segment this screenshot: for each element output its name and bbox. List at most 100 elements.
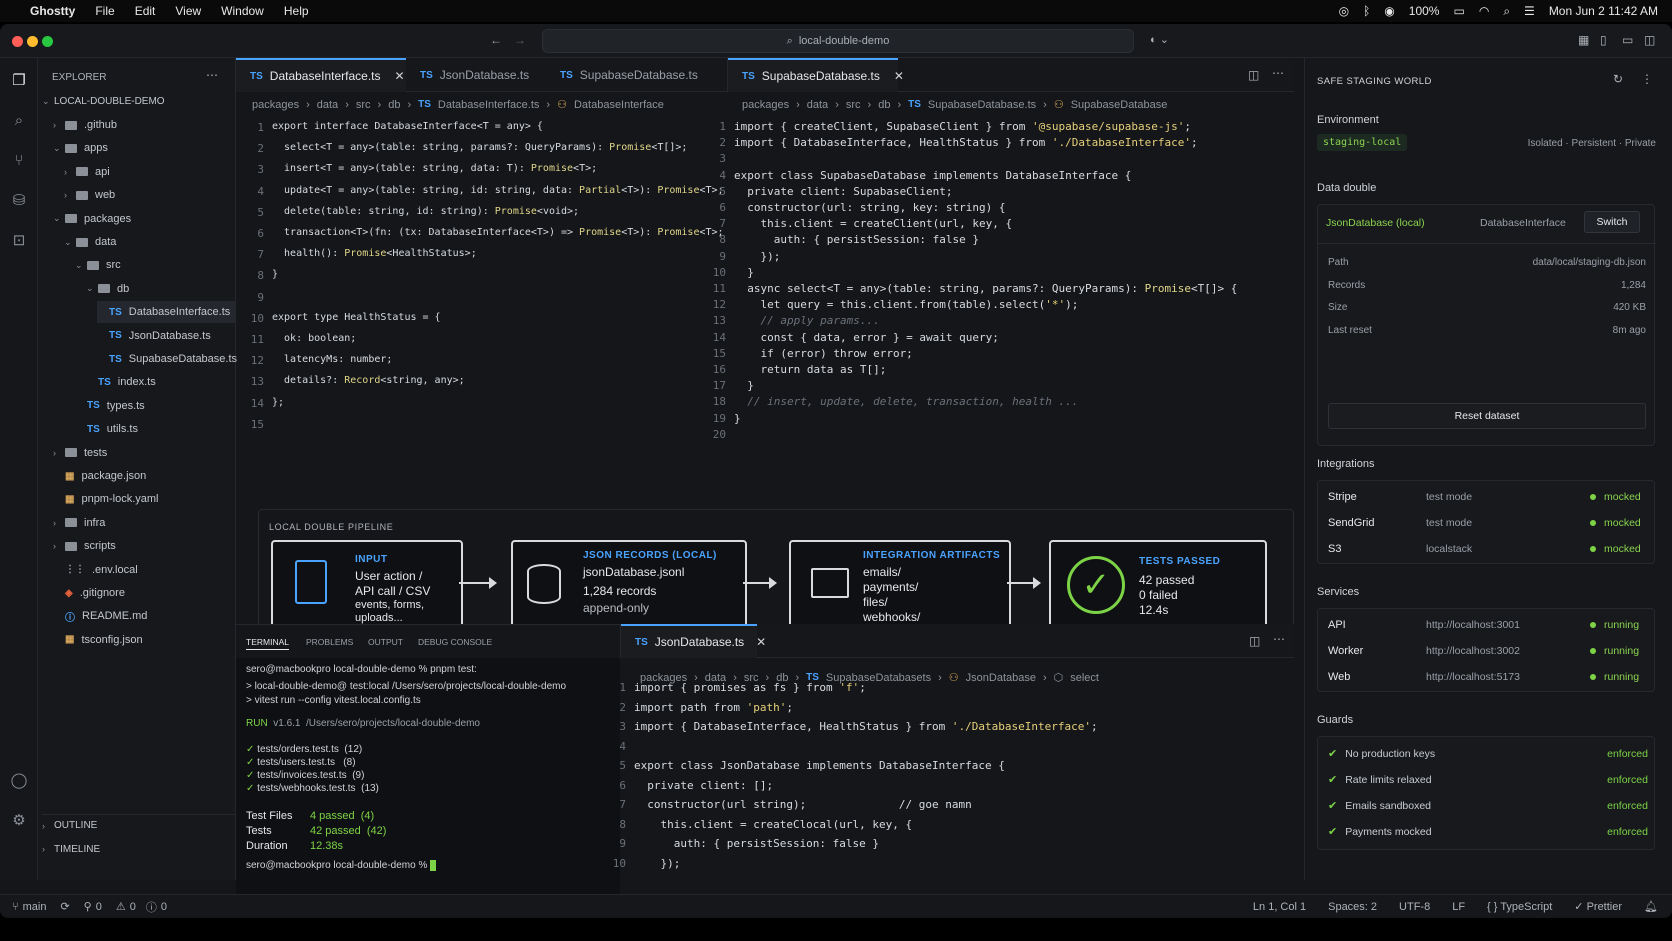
tab-output[interactable]: OUTPUT bbox=[368, 637, 403, 647]
terminal[interactable]: sero@macbookpro local-double-demo % pnpm… bbox=[236, 658, 620, 914]
integration-row[interactable]: SendGrid test mode mocked bbox=[1328, 517, 1648, 529]
tree-item[interactable]: TS index.ts bbox=[86, 371, 156, 393]
outline-section[interactable]: › OUTLINE bbox=[42, 814, 240, 836]
indentation[interactable]: Spaces: 2 bbox=[1328, 901, 1377, 913]
toggle-secondary-icon[interactable]: ◫ bbox=[1644, 33, 1655, 47]
crumb[interactable]: DatabaseInterface bbox=[574, 99, 664, 111]
more-actions-icon[interactable]: ⋯ bbox=[1272, 66, 1284, 80]
tree-item[interactable]: › tests bbox=[53, 442, 107, 464]
warning-icon[interactable]: ⚠ bbox=[116, 900, 126, 913]
branch-name[interactable]: main bbox=[23, 901, 47, 913]
tree-item[interactable]: › infra bbox=[53, 512, 105, 534]
crumb[interactable]: packages bbox=[252, 99, 299, 111]
control-center-icon[interactable]: ☰ bbox=[1524, 4, 1535, 18]
tree-item[interactable]: ▦ pnpm-lock.yaml bbox=[53, 488, 158, 510]
tree-item[interactable]: › api bbox=[64, 161, 110, 183]
service-row[interactable]: Web http://localhost:5173 running bbox=[1328, 671, 1648, 683]
status-circle-icon[interactable]: ◎ bbox=[1339, 4, 1349, 18]
settings-gear-icon[interactable]: ⚙ bbox=[10, 812, 28, 830]
tree-item[interactable]: ⌄ src bbox=[75, 254, 121, 276]
app-name[interactable]: Ghostty bbox=[30, 4, 75, 18]
close-icon[interactable]: ✕ bbox=[894, 69, 904, 83]
toggle-sidebar-icon[interactable]: ▯ bbox=[1600, 33, 1607, 47]
menu-file[interactable]: File bbox=[95, 4, 114, 18]
close-window-button[interactable] bbox=[12, 36, 23, 47]
tree-item[interactable]: TS DatabaseInterface.ts bbox=[97, 301, 236, 324]
close-icon[interactable]: ✕ bbox=[395, 69, 405, 83]
menu-help[interactable]: Help bbox=[284, 4, 309, 18]
tree-item[interactable]: TS utils.ts bbox=[75, 418, 138, 440]
tree-item[interactable]: TS JsonDatabase.ts bbox=[97, 325, 211, 347]
clock[interactable]: Mon Jun 2 11:42 AM bbox=[1549, 4, 1658, 18]
tree-item[interactable]: TS types.ts bbox=[75, 395, 145, 417]
crumb[interactable]: db bbox=[878, 99, 890, 111]
account-icon[interactable]: ◯ bbox=[10, 772, 28, 790]
more-actions-icon[interactable]: ⋮ bbox=[1641, 72, 1653, 86]
crumb[interactable]: data bbox=[317, 99, 338, 111]
database-icon[interactable]: ⛁ bbox=[10, 192, 28, 210]
tree-item[interactable]: › .github bbox=[53, 114, 117, 136]
close-icon[interactable]: ✕ bbox=[756, 635, 766, 649]
branch-icon[interactable]: ⑂ bbox=[12, 901, 19, 913]
tab-terminal[interactable]: TERMINAL bbox=[246, 637, 289, 650]
ports-count[interactable]: 0 bbox=[96, 901, 102, 913]
timeline-section[interactable]: › TIMELINE bbox=[42, 838, 100, 860]
tree-item[interactable]: ▦ package.json bbox=[53, 465, 146, 487]
display-icon[interactable]: ◉ bbox=[1384, 4, 1394, 18]
tab-supabase-database-2[interactable]: TS SupabaseDatabase.ts ✕ bbox=[728, 58, 904, 92]
reset-dataset-button[interactable]: Reset dataset bbox=[1328, 403, 1646, 429]
more-actions-icon[interactable]: ⋯ bbox=[1273, 632, 1285, 646]
language-mode[interactable]: TypeScript bbox=[1500, 901, 1552, 913]
bell-icon[interactable]: 🔔︎ bbox=[1644, 900, 1658, 913]
tree-item[interactable]: ⌄ db bbox=[86, 278, 129, 300]
end-of-line[interactable]: LF bbox=[1452, 901, 1465, 913]
crumb[interactable]: src bbox=[846, 99, 861, 111]
formatter[interactable]: Prettier bbox=[1587, 901, 1622, 913]
tree-item[interactable]: ⋮⋮ .env.local bbox=[53, 559, 138, 581]
copilot-icon[interactable]: ◐ ⌄ bbox=[1150, 33, 1169, 46]
encoding[interactable]: UTF-8 bbox=[1399, 901, 1430, 913]
crumb[interactable]: select bbox=[1070, 672, 1099, 684]
source-control-icon[interactable]: ⑂ bbox=[10, 152, 28, 170]
maximize-window-button[interactable] bbox=[42, 36, 53, 47]
tree-item[interactable]: ⌄ data bbox=[64, 231, 116, 253]
explorer-root[interactable]: ⌄ LOCAL-DOUBLE-DEMO bbox=[42, 90, 165, 112]
tree-item[interactable]: › scripts bbox=[53, 535, 116, 557]
crumb[interactable]: SupabaseDatabase bbox=[1071, 99, 1168, 111]
service-row[interactable]: Worker http://localhost:3002 running bbox=[1328, 645, 1648, 657]
cursor-position[interactable]: Ln 1, Col 1 bbox=[1253, 901, 1306, 913]
tab-supabase-database[interactable]: TS SupabaseDatabase.ts bbox=[546, 58, 726, 92]
more-actions-icon[interactable]: ⋯ bbox=[206, 68, 218, 82]
tree-item[interactable]: ◈ .gitignore bbox=[53, 582, 125, 604]
extensions-icon[interactable]: ⊡ bbox=[10, 232, 28, 250]
warning-count[interactable]: 0 bbox=[130, 901, 136, 913]
integration-row[interactable]: Stripe test mode mocked bbox=[1328, 491, 1648, 503]
error-count[interactable]: 0 bbox=[161, 901, 167, 913]
back-arrow-icon[interactable]: ← bbox=[490, 33, 502, 47]
toggle-panel-icon[interactable]: ▭ bbox=[1622, 33, 1633, 47]
menu-window[interactable]: Window bbox=[221, 4, 264, 18]
search-icon[interactable]: ⌕ bbox=[10, 112, 28, 130]
service-row[interactable]: API http://localhost:3001 running bbox=[1328, 619, 1648, 631]
tab-database-interface[interactable]: TS DatabaseInterface.ts ✕ bbox=[236, 58, 406, 92]
battery-icon[interactable]: ▭ bbox=[1453, 4, 1464, 18]
tree-item[interactable]: ▦ tsconfig.json bbox=[53, 629, 143, 651]
layout-grid-icon[interactable]: ▦ bbox=[1578, 33, 1589, 47]
ports-icon[interactable]: ⚲ bbox=[84, 900, 92, 913]
crumb[interactable]: DatabaseInterface.ts bbox=[438, 99, 540, 111]
files-icon[interactable]: ❐ bbox=[10, 72, 28, 90]
tree-item[interactable]: ⌄ apps bbox=[53, 137, 108, 159]
wifi-icon[interactable]: ◠ bbox=[1479, 4, 1489, 18]
menu-view[interactable]: View bbox=[175, 4, 201, 18]
menu-edit[interactable]: Edit bbox=[135, 4, 156, 18]
tab-problems[interactable]: PROBLEMS bbox=[306, 637, 353, 647]
sync-icon[interactable]: ⟳ bbox=[60, 900, 69, 913]
tab-json-database-3[interactable]: TS JsonDatabase.ts ✕ bbox=[621, 624, 766, 658]
crumb[interactable]: JsonDatabase bbox=[966, 672, 1036, 684]
crumb[interactable]: SupabaseDatabase.ts bbox=[928, 99, 1036, 111]
tree-item[interactable]: ⓘ README.md bbox=[53, 605, 147, 627]
crumb[interactable]: db bbox=[388, 99, 400, 111]
minimize-window-button[interactable] bbox=[27, 36, 38, 47]
crumb[interactable]: data bbox=[807, 99, 828, 111]
crumb[interactable]: packages bbox=[742, 99, 789, 111]
